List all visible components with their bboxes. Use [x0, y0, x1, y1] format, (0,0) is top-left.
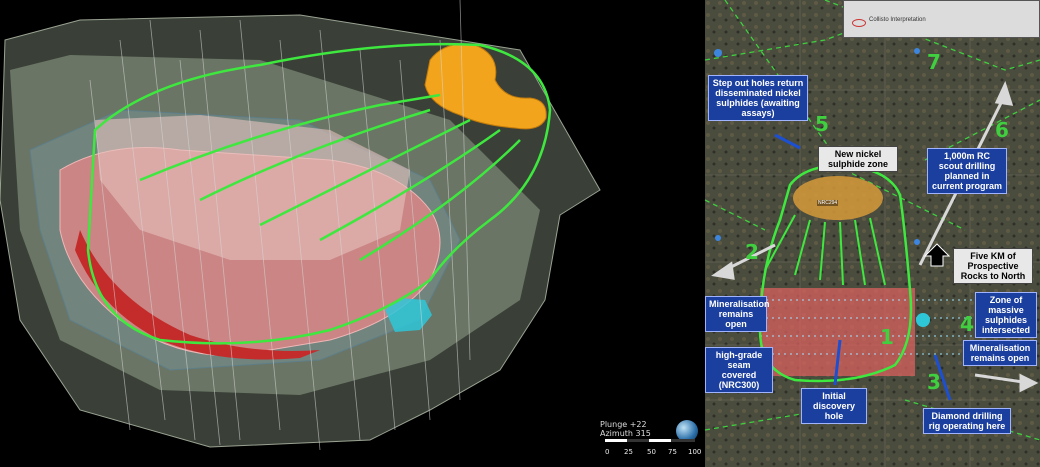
number-2: 2: [745, 240, 759, 264]
label-initial-discovery: Initial discovery hole: [801, 388, 867, 424]
label-diamond-rig: Diamond drilling rig operating here: [923, 408, 1011, 434]
label-step-out: Step out holes return disseminated nicke…: [708, 75, 808, 121]
legend-swatch: [852, 19, 866, 27]
label-zone-massive: Zone of massive sulphides intersected: [975, 292, 1037, 338]
scale-tick-75: 75: [668, 448, 677, 456]
hole-tag: NRC294: [817, 200, 839, 206]
number-3: 3: [927, 370, 941, 394]
map-legend: Collisto Interpretation: [843, 0, 1040, 38]
label-mineralisation-right: Mineralisation remains open: [963, 340, 1037, 366]
figure: Plunge +22 Azimuth 315 0 25 50 75 100 Co…: [0, 0, 1040, 467]
new-sulphide-zone: [793, 176, 883, 220]
aerial-map[interactable]: Collisto Interpretation 1 2 3 4 5 6 7 St…: [705, 0, 1040, 467]
number-4: 4: [960, 312, 974, 336]
scale-tick-50: 50: [647, 448, 656, 456]
label-five-km: Five KM of Prospective Rocks to North: [953, 248, 1033, 284]
scale-tick-100: 100: [688, 448, 702, 456]
scale-tick-0: 0: [605, 448, 610, 456]
number-5: 5: [815, 112, 829, 136]
3d-model-view[interactable]: Plunge +22 Azimuth 315 0 25 50 75 100: [0, 0, 705, 467]
cyan-marker: [916, 313, 930, 327]
aerial-map-canvas: [705, 0, 1040, 467]
scale-tick-25: 25: [624, 448, 633, 456]
label-high-grade: high-grade seam covered (NRC300): [705, 347, 773, 393]
label-rc-scout: 1,000m RC scout drilling planned in curr…: [927, 148, 1007, 194]
3d-model-canvas: [0, 0, 601, 451]
legend-item-2: Collisto Interpretation: [869, 17, 926, 23]
plunge-readout: Plunge +22: [600, 420, 647, 429]
number-1: 1: [880, 325, 894, 349]
label-mineralisation-left: Mineralisation remains open: [705, 296, 770, 332]
number-6: 6: [995, 118, 1009, 142]
label-new-nickel: New nickel sulphide zone: [818, 146, 898, 172]
number-7: 7: [927, 50, 941, 74]
scale-bar: [605, 439, 695, 442]
